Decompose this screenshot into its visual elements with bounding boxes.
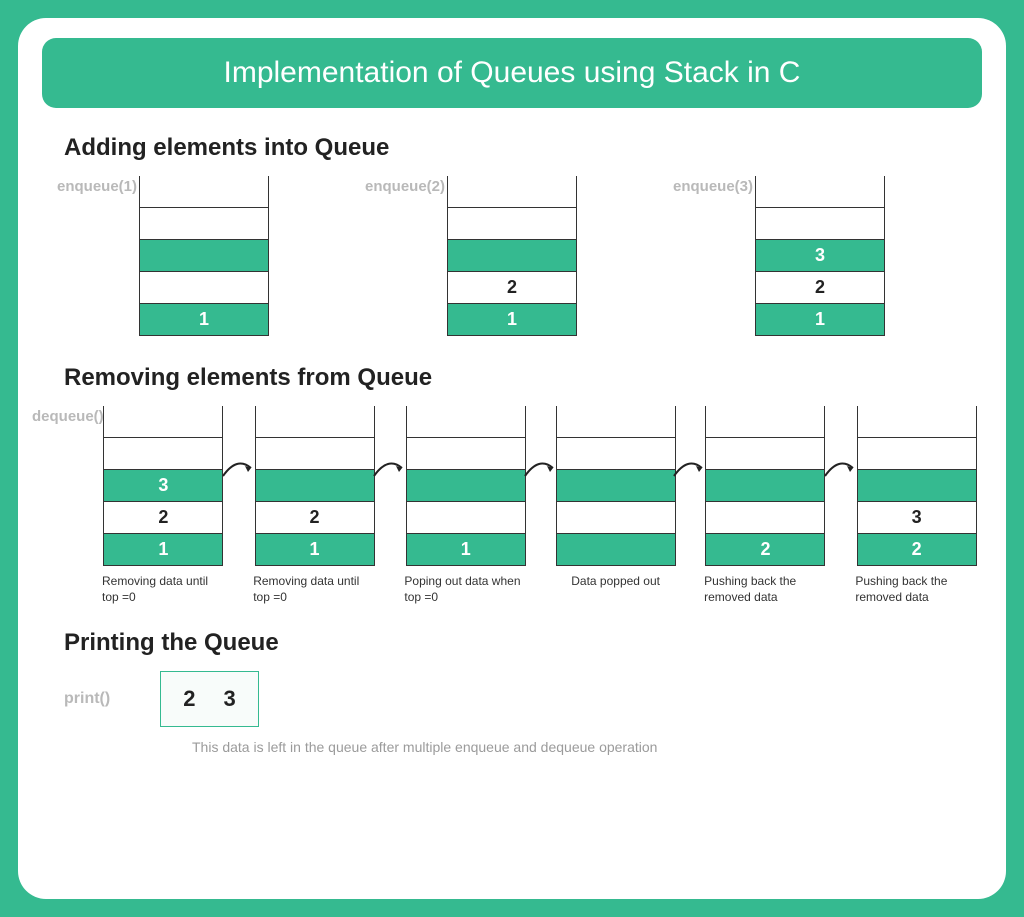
diagram-card: Implementation of Queues using Stack in …: [18, 18, 1006, 899]
print-value: 2: [183, 686, 195, 712]
stack: 1: [139, 176, 269, 336]
removing-row: dequeue() 3 2 1 Removing data until top …: [42, 406, 982, 605]
cell: [139, 176, 269, 208]
cell: 2: [857, 534, 977, 566]
cell: [556, 406, 676, 438]
dequeue-step-3: 1 Poping out data when top =0: [404, 406, 527, 605]
op-label: enqueue(1): [57, 178, 137, 195]
cell: [556, 470, 676, 502]
print-value: 3: [223, 686, 235, 712]
cell: [406, 470, 526, 502]
stack-enqueue-1: enqueue(1) 1: [139, 176, 269, 336]
step-caption: Data popped out: [571, 574, 660, 590]
cell: [447, 176, 577, 208]
step-caption: Poping out data when top =0: [404, 574, 527, 605]
stack: 3 2 1: [755, 176, 885, 336]
cell: [255, 406, 375, 438]
step-caption: Removing data until top =0: [102, 574, 225, 605]
cell: [103, 438, 223, 470]
section-adding-title: Adding elements into Queue: [64, 134, 982, 162]
dequeue-step-6: 3 2 Pushing back the removed data: [855, 406, 978, 605]
cell: 1: [255, 534, 375, 566]
cell: 1: [406, 534, 526, 566]
cell: 2: [103, 502, 223, 534]
op-label: enqueue(2): [365, 178, 445, 195]
arrow-icon: [678, 406, 703, 526]
stack: 2 1: [447, 176, 577, 336]
cell: [755, 176, 885, 208]
dequeue-step-4: Data popped out: [556, 406, 676, 590]
cell: [447, 208, 577, 240]
print-note: This data is left in the queue after mul…: [192, 739, 982, 755]
dequeue-step-5: 2 Pushing back the removed data: [704, 406, 827, 605]
cell: 2: [447, 272, 577, 304]
page-title: Implementation of Queues using Stack in …: [42, 38, 982, 108]
step-caption: Pushing back the removed data: [855, 574, 978, 605]
cell: [857, 406, 977, 438]
dequeue-step-2: 2 1 Removing data until top =0: [253, 406, 376, 605]
cell: [255, 470, 375, 502]
stack: [556, 406, 676, 566]
cell: [447, 240, 577, 272]
cell: [406, 438, 526, 470]
arrow-icon: [529, 406, 554, 526]
cell: [139, 272, 269, 304]
cell: [556, 534, 676, 566]
arrow-icon: [829, 406, 854, 526]
cell: 2: [255, 502, 375, 534]
stack: 1: [406, 406, 526, 566]
stack: 2 1: [255, 406, 375, 566]
cell: [406, 502, 526, 534]
cell: [139, 208, 269, 240]
cell: [139, 240, 269, 272]
cell: [556, 438, 676, 470]
dequeue-step-1: 3 2 1 Removing data until top =0: [102, 406, 225, 605]
stack-enqueue-3: enqueue(3) 3 2 1: [755, 176, 885, 336]
op-label-dequeue: dequeue(): [32, 408, 104, 425]
step-caption: Pushing back the removed data: [704, 574, 827, 605]
stack-enqueue-2: enqueue(2) 2 1: [447, 176, 577, 336]
cell: [857, 438, 977, 470]
arrow-icon: [378, 406, 403, 526]
print-row: print() 2 3: [64, 671, 982, 727]
cell: [755, 208, 885, 240]
cell: [705, 406, 825, 438]
cell: 2: [755, 272, 885, 304]
stack: 3 2: [857, 406, 977, 566]
cell: 2: [705, 534, 825, 566]
op-label-print: print(): [64, 690, 110, 708]
cell: 3: [857, 502, 977, 534]
cell: [103, 406, 223, 438]
cell: [705, 470, 825, 502]
cell: 1: [447, 304, 577, 336]
cell: [556, 502, 676, 534]
cell: 3: [755, 240, 885, 272]
cell: [857, 470, 977, 502]
cell: 1: [103, 534, 223, 566]
cell: 3: [103, 470, 223, 502]
section-removing: Removing elements from Queue dequeue() 3…: [42, 364, 982, 605]
print-output-box: 2 3: [160, 671, 259, 727]
cell: 1: [755, 304, 885, 336]
section-removing-title: Removing elements from Queue: [64, 364, 982, 392]
arrow-icon: [227, 406, 252, 526]
stack: 3 2 1: [103, 406, 223, 566]
cell: 1: [139, 304, 269, 336]
op-label: enqueue(3): [673, 178, 753, 195]
stack: 2: [705, 406, 825, 566]
section-printing-title: Printing the Queue: [64, 629, 982, 657]
cell: [705, 438, 825, 470]
cell: [705, 502, 825, 534]
adding-row: enqueue(1) 1 enqueue(2) 2 1 enqueue(3): [42, 176, 982, 336]
cell: [406, 406, 526, 438]
step-caption: Removing data until top =0: [253, 574, 376, 605]
cell: [255, 438, 375, 470]
